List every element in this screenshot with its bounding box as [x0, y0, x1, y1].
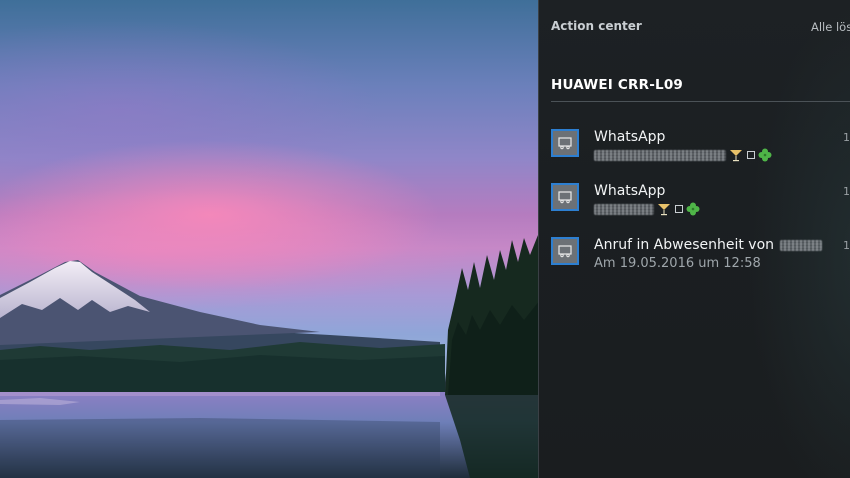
phone-app-icon [558, 191, 572, 204]
landscape-illustration [0, 230, 540, 478]
notification-item-missed-call[interactable]: Anruf in Abwesenheit von Am 19.05.2016 u… [551, 237, 850, 285]
notification-time: 1 [843, 185, 850, 198]
app-icon [551, 237, 579, 265]
notification-body [594, 202, 700, 216]
action-center-panel: Action center Alle lösc HUAWEI CRR-L09 W… [538, 0, 850, 478]
notification-group-title[interactable]: HUAWEI CRR-L09 [551, 77, 683, 93]
group-divider [551, 101, 850, 102]
notification-title: Anruf in Abwesenheit von [594, 237, 823, 253]
notification-body [594, 148, 772, 162]
app-icon [551, 129, 579, 157]
square-glyph-icon [675, 205, 683, 213]
cocktail-emoji-icon [730, 150, 742, 162]
redacted-caller [780, 239, 823, 251]
phone-app-icon [558, 137, 572, 150]
notification-title: WhatsApp [594, 183, 666, 199]
clear-all-link[interactable]: Alle lösc [811, 20, 850, 34]
redacted-text [594, 203, 654, 215]
missed-call-label: Anruf in Abwesenheit von [594, 237, 775, 253]
clover-emoji-icon [686, 202, 700, 216]
clover-emoji-icon [758, 148, 772, 162]
notification-item-whatsapp-2[interactable]: WhatsApp 1 [551, 183, 850, 231]
phone-app-icon [558, 245, 572, 258]
notification-item-whatsapp-1[interactable]: WhatsApp 1 [551, 129, 850, 177]
cocktail-emoji-icon [658, 204, 670, 216]
notification-time: 1 [843, 131, 850, 144]
action-center-title: Action center [551, 19, 642, 33]
notification-subtitle: Am 19.05.2016 um 12:58 [594, 256, 761, 271]
desktop-wallpaper [0, 0, 540, 478]
app-icon [551, 183, 579, 211]
notification-time: 1 [843, 239, 850, 252]
square-glyph-icon [747, 151, 755, 159]
notification-title: WhatsApp [594, 129, 666, 145]
redacted-text [594, 149, 726, 161]
